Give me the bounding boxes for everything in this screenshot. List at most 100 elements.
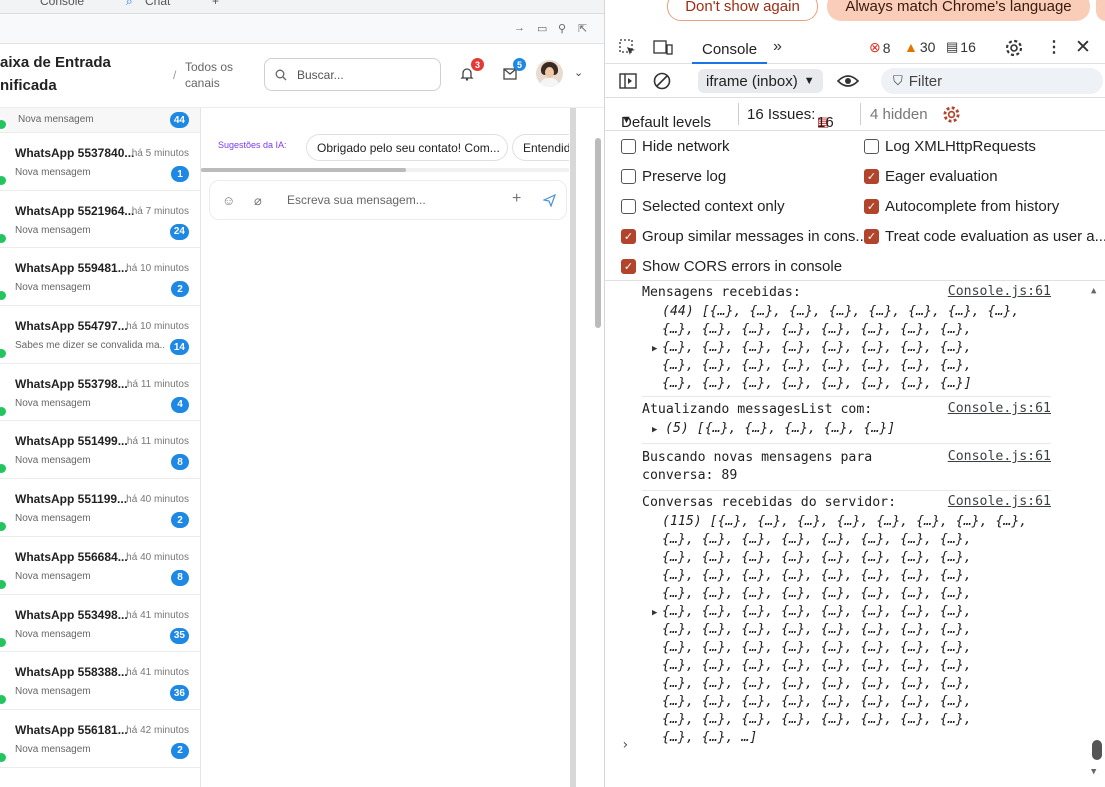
list-item[interactable]: Nova mensagem 44 <box>0 108 200 133</box>
filter-input[interactable]: ⛉ Filter <box>881 68 1103 94</box>
breadcrumb-line1[interactable]: Todos os <box>185 60 233 74</box>
clear-console-icon[interactable] <box>653 72 671 90</box>
checkbox[interactable] <box>621 139 636 154</box>
list-item[interactable]: WhatsApp 551199... há 40 minutos Nova mens… <box>0 479 200 537</box>
option-checkbox[interactable]: ✓ Group similar messages in cons... <box>621 228 868 245</box>
sidebar-toggle-icon[interactable] <box>619 73 637 89</box>
checkbox[interactable] <box>864 139 879 154</box>
option-checkbox[interactable]: ✓ Eager evaluation <box>864 168 998 185</box>
log-array-line[interactable]: {…}, {…}, {…}, {…}, {…}, {…}, {…}, {…}, <box>662 567 972 585</box>
log-array-line[interactable]: {…}, {…}, {…}, {…}, {…}, {…}, {…}, {…}, <box>662 321 972 339</box>
list-item[interactable]: WhatsApp 5521964... há 7 minutos Nova mens… <box>0 191 200 249</box>
search-input[interactable]: Buscar... <box>264 58 441 91</box>
source-link[interactable]: Console.js:61 <box>948 401 1051 416</box>
warning-count[interactable]: ▲ 30 <box>904 39 935 55</box>
log-array-line[interactable]: (44) [{…}, {…}, {…}, {…}, {…}, {…}, {…},… <box>662 303 1019 321</box>
context-selector[interactable]: iframe (inbox) ▼ <box>698 69 823 93</box>
log-array-line[interactable]: {…}, {…}, {…}, {…}, {…}, {…}, {…}, {…}, <box>662 585 972 603</box>
list-item[interactable]: WhatsApp 553498... há 41 minutos Nova mens… <box>0 595 200 653</box>
log-array-line[interactable]: {…}, {…}, {…}, {…}, {…}, {…}, {…}, {…}, <box>662 531 972 549</box>
list-item[interactable]: WhatsApp 556181... há 42 minutos Nova mens… <box>0 710 200 768</box>
device-toolbar-icon[interactable] <box>653 40 673 56</box>
scroll-down-arrow-icon[interactable]: ▼ <box>1091 767 1096 777</box>
eye-icon[interactable] <box>837 74 859 88</box>
expand-triangle-icon[interactable]: ▶ <box>652 608 657 618</box>
log-array-line[interactable]: {…}, {…}, {…}, {…}, {…}, {…}, {…}, {…}, <box>662 657 972 675</box>
tab-console[interactable]: Console <box>40 0 84 8</box>
close-icon[interactable]: ✕ <box>1075 36 1091 59</box>
wrench-icon[interactable]: ⚲ <box>558 22 566 35</box>
list-item[interactable]: WhatsApp 553798... há 11 minutos Nova mens… <box>0 364 200 422</box>
option-checkbox[interactable]: Hide network <box>621 138 730 155</box>
tab-console[interactable]: Console <box>692 34 768 64</box>
source-link[interactable]: Console.js:61 <box>948 449 1051 464</box>
log-array-line[interactable]: (115) [{…}, {…}, {…}, {…}, {…}, {…}, {…}… <box>662 513 1027 531</box>
breadcrumb-line2[interactable]: canais <box>185 76 220 90</box>
expand-triangle-icon[interactable]: ▶ <box>652 344 657 354</box>
checkbox[interactable]: ✓ <box>864 229 879 244</box>
log-array-line[interactable]: {…}, {…}, {…}, {…}, {…}, {…}, {…}, {…}] <box>662 375 972 393</box>
log-array-line[interactable]: {…}, {…}, {…}, {…}, {…}, {…}, {…}, {…}, <box>662 639 972 657</box>
message-composer[interactable]: ☺ ⌀ Escreva sua mensagem... + <box>209 180 567 220</box>
more-tabs-icon[interactable]: » <box>773 38 782 56</box>
checkbox[interactable] <box>621 199 636 214</box>
log-array-line[interactable]: {…}, {…}, {…}, {…}, {…}, {…}, {…}, {…}, <box>662 621 972 639</box>
option-checkbox[interactable]: ✓ Treat code evaluation as user a... <box>864 228 1105 245</box>
checkbox[interactable] <box>621 169 636 184</box>
share-icon[interactable]: ⇱ <box>578 22 587 35</box>
list-item[interactable]: WhatsApp 5537840... há 5 minutos Nova mens… <box>0 133 200 191</box>
option-checkbox[interactable]: Selected context only <box>621 198 785 215</box>
list-item[interactable]: WhatsApp 559481... há 10 minutos Nova mens… <box>0 248 200 307</box>
log-array-line[interactable]: {…}, {…}, {…}, {…}, {…}, {…}, {…}, {…}, <box>662 549 972 567</box>
option-checkbox[interactable]: Preserve log <box>621 168 726 185</box>
log-array[interactable]: (5) [{…}, {…}, {…}, {…}, {…}] <box>665 420 895 438</box>
settings-gear-icon[interactable] <box>1004 38 1024 58</box>
expand-triangle-icon[interactable]: ▶ <box>652 425 657 435</box>
always-match-language-button[interactable]: Always match Chrome's language <box>827 0 1090 21</box>
source-link[interactable]: Console.js:61 <box>948 494 1051 509</box>
suggestion-chip[interactable]: Obrigado pelo seu contato! Com... <box>306 134 508 161</box>
monitor-icon[interactable]: ▭ <box>537 22 547 35</box>
kebab-menu-icon[interactable]: ⋮ <box>1046 37 1062 57</box>
log-array-line[interactable]: {…}, {…}, {…}, {…}, {…}, {…}, {…}, {…}, <box>662 693 972 711</box>
plus-icon[interactable]: + <box>512 190 521 208</box>
dont-show-again-button[interactable]: Don't show again <box>667 0 818 21</box>
avatar[interactable] <box>536 60 563 87</box>
inspect-element-icon[interactable] <box>619 39 637 57</box>
log-array-line[interactable]: {…}, {…}, {…}, {…}, {…}, {…}, {…}, {…}, <box>662 675 972 693</box>
horizontal-scrollbar[interactable] <box>201 168 571 172</box>
list-item[interactable]: WhatsApp 554797... há 10 minutos Sabes me … <box>0 306 200 364</box>
option-checkbox[interactable]: ✓ Autocomplete from history <box>864 198 1059 215</box>
console-prompt[interactable]: › <box>621 737 629 753</box>
chevron-down-icon[interactable]: ⌄ <box>574 66 583 79</box>
log-array-line[interactable]: {…}, {…}, {…}, {…}, {…}, {…}, {…}, {…}, <box>662 603 972 621</box>
send-icon[interactable] <box>543 194 556 207</box>
option-checkbox[interactable]: ✓ Show CORS errors in console <box>621 258 842 275</box>
log-array-line[interactable]: {…}, {…}, {…}, {…}, {…}, {…}, {…}, {…}, <box>662 711 972 729</box>
list-item[interactable]: WhatsApp 551499... há 11 minutos Nova mens… <box>0 421 200 480</box>
checkbox[interactable]: ✓ <box>621 229 636 244</box>
attachment-icon[interactable]: ⌀ <box>254 193 262 209</box>
suggestion-chip[interactable]: Entendid <box>512 134 576 161</box>
checkbox[interactable]: ✓ <box>864 169 879 184</box>
bell-icon[interactable] <box>460 67 474 81</box>
log-array-line[interactable]: {…}, {…}, {…}, {…}, {…}, {…}, {…}, {…}, <box>662 357 972 375</box>
checkbox[interactable]: ✓ <box>621 259 636 274</box>
log-array-line[interactable]: {…}, {…}, …] <box>662 729 757 747</box>
message-count[interactable]: ▤ 16 <box>946 39 976 55</box>
list-item[interactable]: WhatsApp 556684... há 40 minutos Nova mens… <box>0 537 200 595</box>
new-tab-button[interactable]: + <box>212 0 219 8</box>
checkbox[interactable]: ✓ <box>864 199 879 214</box>
option-checkbox[interactable]: Log XMLHttpRequests <box>864 138 1036 155</box>
console-scrollbar[interactable] <box>1092 740 1102 760</box>
tab-chat[interactable]: Chat <box>145 0 170 8</box>
error-count[interactable]: ⊗ 8 <box>869 39 891 56</box>
source-link[interactable]: Console.js:61 <box>948 284 1051 299</box>
log-array-line[interactable]: {…}, {…}, {…}, {…}, {…}, {…}, {…}, {…}, <box>662 339 972 357</box>
emoji-icon[interactable]: ☺ <box>222 193 235 208</box>
forward-arrow-icon[interactable]: → <box>514 22 525 34</box>
scroll-up-arrow-icon[interactable]: ▲ <box>1091 286 1096 296</box>
list-item[interactable]: WhatsApp 558388... há 41 minutos Nova mens… <box>0 652 200 710</box>
page-scrollbar[interactable] <box>569 108 604 787</box>
console-settings-icon[interactable] <box>942 105 961 124</box>
